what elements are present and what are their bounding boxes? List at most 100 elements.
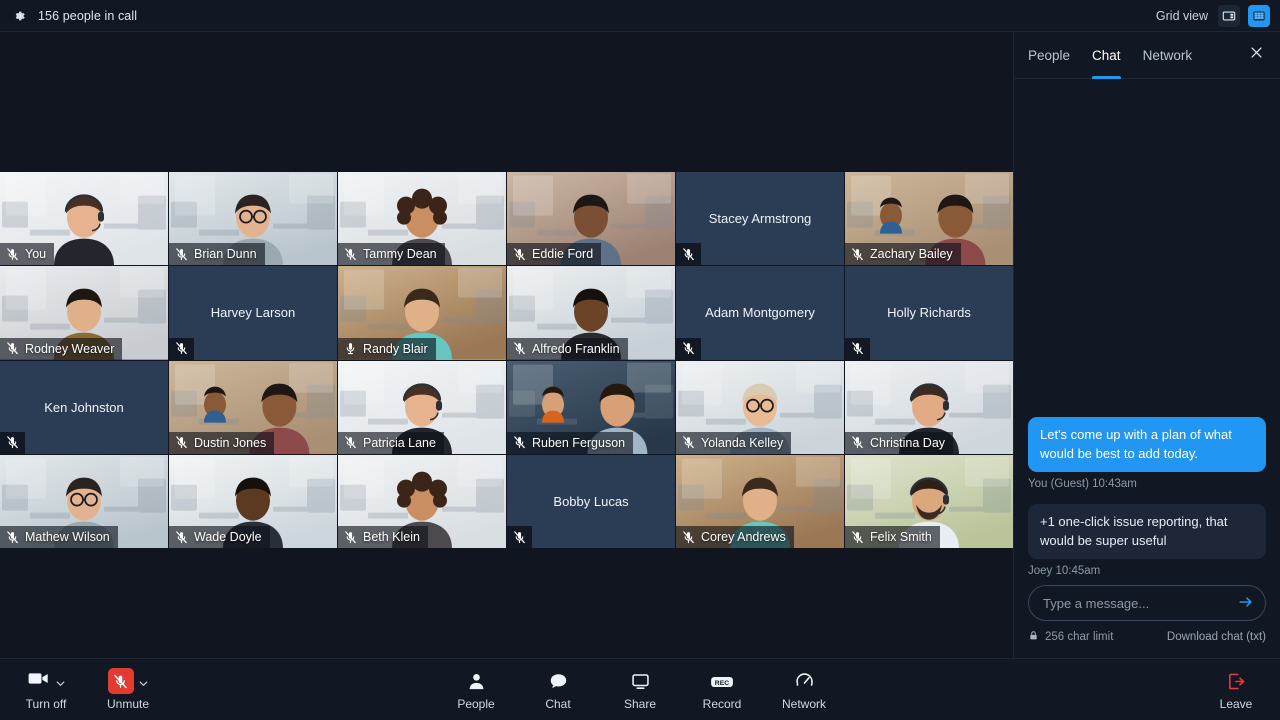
send-arrow-icon <box>1238 594 1254 613</box>
top-bar: 156 people in call Grid view <box>0 0 1280 32</box>
rec-icon: REC <box>710 669 734 695</box>
download-chat-link[interactable]: Download chat (txt) <box>1167 631 1266 643</box>
mic-muted-icon <box>513 435 526 450</box>
mic-muted-icon <box>175 530 188 545</box>
participant-tile[interactable]: Beth Klein <box>338 454 506 548</box>
participant-name: Ruben Ferguson <box>532 435 626 450</box>
share-button-label: Share <box>623 696 657 711</box>
participant-tile[interactable]: Eddie Ford <box>507 172 675 266</box>
participant-grid: You Brian Dunn Tammy Dean Eddie Ford Sta… <box>0 172 1013 548</box>
participant-tile[interactable]: Holly Richards <box>845 266 1013 360</box>
mic-muted-icon <box>851 341 864 356</box>
send-message-button[interactable] <box>1235 592 1257 614</box>
tab-chat[interactable]: Chat <box>1092 32 1121 79</box>
chat-input-wrapper[interactable] <box>1028 585 1266 621</box>
participant-tile[interactable]: Ruben Ferguson <box>507 360 675 454</box>
share-button[interactable]: Share <box>612 669 668 711</box>
participant-name-bar: Felix Smith <box>845 526 940 548</box>
chat-button[interactable]: Chat <box>530 669 586 711</box>
tab-chat-label: Chat <box>1092 47 1121 63</box>
sidebar-view-button[interactable] <box>1218 4 1240 27</box>
participant-tile[interactable]: Alfredo Franklin <box>507 266 675 360</box>
top-bar-right: Grid view <box>1155 4 1270 27</box>
network-button[interactable]: Network <box>776 669 832 711</box>
composer-footer: 256 char limit Download chat (txt) <box>1028 630 1266 644</box>
main-body: You Brian Dunn Tammy Dean Eddie Ford Sta… <box>0 32 1280 658</box>
mic-muted-icon <box>513 247 526 262</box>
participant-tile[interactable]: Felix Smith <box>845 454 1013 548</box>
participant-tile[interactable]: You <box>0 172 168 266</box>
participant-name: Dustin Jones <box>194 435 267 450</box>
leave-button[interactable]: Leave <box>1208 669 1264 711</box>
person-icon <box>466 669 487 695</box>
chevron-down-icon[interactable] <box>138 676 149 687</box>
participant-name: Stacey Armstrong <box>708 211 812 227</box>
participant-tile[interactable]: Brian Dunn <box>169 172 337 266</box>
mic-muted-icon <box>513 530 526 545</box>
chat-message-input[interactable] <box>1043 595 1235 611</box>
chat-message: +1 one-click issue reporting, that would… <box>1028 504 1266 577</box>
chevron-down-icon[interactable] <box>55 676 66 687</box>
chat-bubble-incoming: +1 one-click issue reporting, that would… <box>1028 504 1266 559</box>
participant-tile[interactable]: Stacey Armstrong <box>676 172 844 266</box>
view-mode-label: Grid view <box>1155 8 1208 23</box>
chat-bubble-outgoing: Let's come up with a plan of what would … <box>1028 417 1266 473</box>
chat-message-list[interactable]: Let's come up with a plan of what would … <box>1014 79 1280 585</box>
tab-people[interactable]: People <box>1028 32 1070 79</box>
participant-tile[interactable]: Randy Blair <box>338 266 506 360</box>
tab-people-label: People <box>1028 47 1071 63</box>
participant-name: Wade Doyle <box>194 530 262 544</box>
panel-tabs: People Chat Network <box>1014 32 1280 79</box>
participant-name-bar: Tammy Dean <box>338 243 445 266</box>
people-in-call-count: 156 people in call <box>38 8 138 23</box>
grid-view-button[interactable] <box>1248 4 1270 27</box>
mic-toggle-button[interactable]: Unmute <box>96 668 160 711</box>
participant-tile[interactable]: Mathew Wilson <box>0 454 168 548</box>
participant-tile[interactable]: Yolanda Kelley <box>676 360 844 454</box>
top-bar-left: 156 people in call <box>12 9 137 23</box>
participant-mic-indicator <box>507 526 532 548</box>
mic-muted-icon <box>344 530 357 545</box>
participant-name-bar: Wade Doyle <box>169 526 270 548</box>
camera-toggle-label: Turn off <box>25 697 67 711</box>
gear-icon[interactable] <box>12 9 26 23</box>
participant-name: Zachary Bailey <box>870 247 953 262</box>
participant-tile[interactable]: Christina Day <box>845 360 1013 454</box>
mic-control-row <box>107 668 149 694</box>
svg-text:REC: REC <box>715 679 729 686</box>
participant-name: Christina Day <box>870 435 946 450</box>
participant-tile[interactable]: Harvey Larson <box>169 266 337 360</box>
record-button-label: Record <box>702 696 742 711</box>
mic-muted-icon <box>851 530 864 545</box>
participant-tile[interactable]: Tammy Dean <box>338 172 506 266</box>
participant-name: Yolanda Kelley <box>701 435 784 450</box>
camera-toggle-button[interactable]: Turn off <box>14 668 78 711</box>
participant-tile[interactable]: Zachary Bailey <box>845 172 1013 266</box>
participant-name: Rodney Weaver <box>25 341 115 356</box>
tab-network[interactable]: Network <box>1143 32 1193 79</box>
participant-tile[interactable]: Adam Montgomery <box>676 266 844 360</box>
participant-mic-indicator <box>0 431 25 454</box>
leave-button-label: Leave <box>1219 696 1253 711</box>
close-panel-button[interactable] <box>1246 45 1266 65</box>
participant-tile[interactable]: Patricia Lane <box>338 360 506 454</box>
participant-name-bar: Randy Blair <box>338 337 436 360</box>
record-button[interactable]: REC Record <box>694 669 750 711</box>
participant-name: Mathew Wilson <box>25 530 110 544</box>
participant-tile[interactable]: Dustin Jones <box>169 360 337 454</box>
participant-name: Alfredo Franklin <box>532 341 620 356</box>
participant-name-bar: Yolanda Kelley <box>676 431 792 454</box>
mic-toggle-label: Unmute <box>106 697 150 711</box>
toolbar-center-actions: People Chat Share REC Record Network <box>0 669 1280 711</box>
participant-tile[interactable]: Corey Andrews <box>676 454 844 548</box>
participant-tile[interactable]: Bobby Lucas <box>507 454 675 548</box>
people-button[interactable]: People <box>448 669 504 711</box>
participant-tile[interactable]: Rodney Weaver <box>0 266 168 360</box>
close-icon <box>1249 45 1264 65</box>
mic-muted-icon <box>513 341 526 356</box>
sidebar-view-icon <box>1222 9 1236 23</box>
participant-name: Tammy Dean <box>363 247 437 262</box>
participant-tile[interactable]: Ken Johnston <box>0 360 168 454</box>
participant-tile[interactable]: Wade Doyle <box>169 454 337 548</box>
participant-name-bar: Patricia Lane <box>338 431 444 454</box>
